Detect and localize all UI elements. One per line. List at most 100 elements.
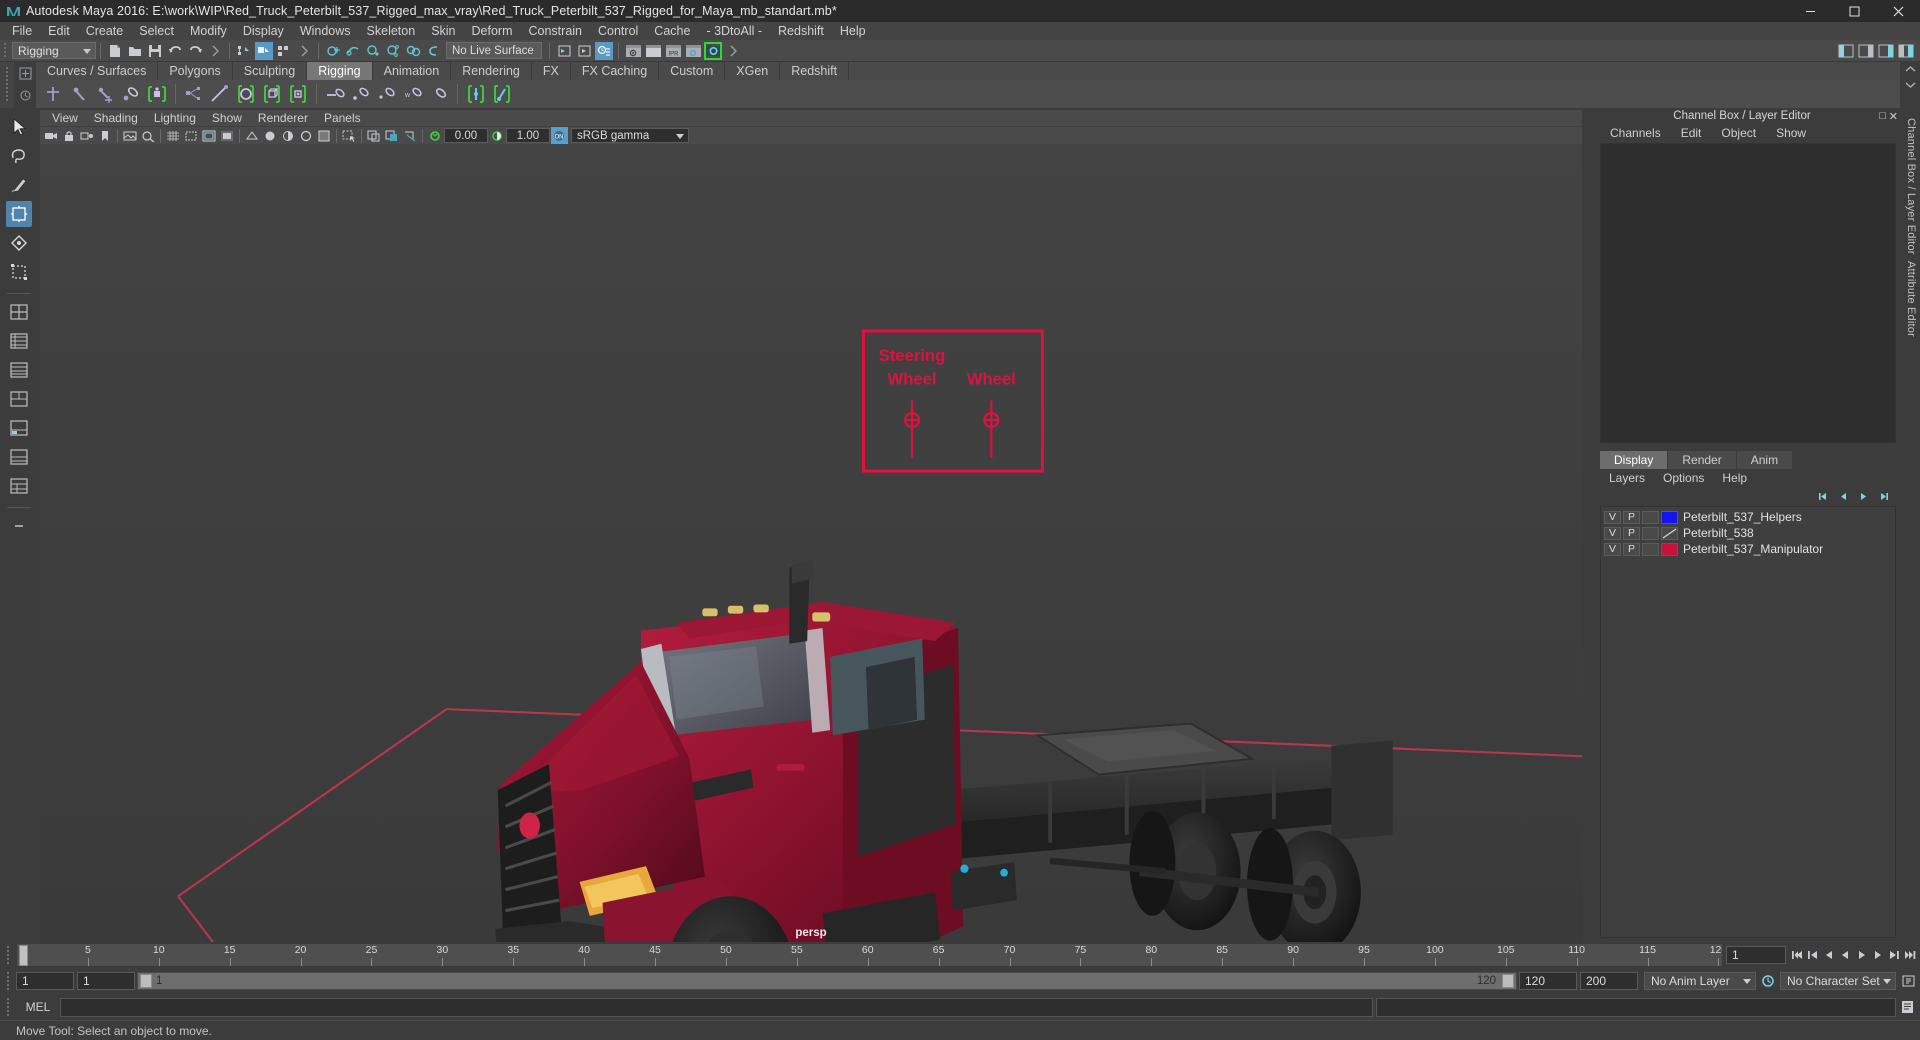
layout-single-pane-icon[interactable] xyxy=(6,299,32,325)
shelf-tab-xgen[interactable]: XGen xyxy=(725,62,781,80)
shelf-tab-rendering[interactable]: Rendering xyxy=(451,62,532,80)
channelbox-menu-object[interactable]: Object xyxy=(1711,126,1766,140)
wireframe-on-shaded-icon[interactable] xyxy=(316,127,333,144)
render-current-frame-icon[interactable] xyxy=(624,42,642,60)
display-layer-list[interactable]: V P Peterbilt_537_Helpers V P Peterbilt_… xyxy=(1600,506,1896,938)
blendshape-deformer-icon[interactable] xyxy=(375,82,399,106)
step-back-key-icon[interactable] xyxy=(1805,946,1821,964)
menu-redshift[interactable]: Redshift xyxy=(770,22,832,40)
select-camera-icon[interactable] xyxy=(43,127,60,144)
bind-skin-icon[interactable] xyxy=(145,82,169,106)
command-line-grip[interactable] xyxy=(0,998,16,1016)
perspective-viewport[interactable]: Steering Wheel Wheel persp xyxy=(40,144,1582,942)
step-back-frame-icon[interactable] xyxy=(1821,946,1837,964)
flat-shade-icon[interactable] xyxy=(298,127,315,144)
layout-four-view-icon[interactable] xyxy=(6,328,32,354)
layer-name[interactable]: Peterbilt_537_Manipulator xyxy=(1683,542,1823,556)
menu-control[interactable]: Control xyxy=(590,22,646,40)
menu-set-selector[interactable]: Rigging xyxy=(12,42,96,59)
shelf-tab-animation[interactable]: Animation xyxy=(372,62,452,80)
create-joint-icon[interactable] xyxy=(41,82,65,106)
channelbox-menu-show[interactable]: Show xyxy=(1766,126,1816,140)
all-lights-icon[interactable] xyxy=(384,127,401,144)
time-slider-grip[interactable] xyxy=(0,946,16,964)
create-ik-handle-icon[interactable] xyxy=(67,82,91,106)
layer-menu-options[interactable]: Options xyxy=(1654,471,1713,485)
play-forwards-icon[interactable] xyxy=(1853,946,1869,964)
exposure-field[interactable]: 0.00 xyxy=(444,128,488,143)
orient-constraint-icon[interactable] xyxy=(234,82,258,106)
menu-cache[interactable]: Cache xyxy=(646,22,698,40)
menu-3dtoall[interactable]: - 3DtoAll - xyxy=(698,22,770,40)
make-live-icon[interactable] xyxy=(424,42,442,60)
sidebar-toolsettings-icon[interactable] xyxy=(1897,42,1915,60)
snap-to-grid-icon[interactable] xyxy=(324,42,342,60)
layout-custom-icon[interactable] xyxy=(6,473,32,499)
default-lighting-icon[interactable] xyxy=(366,127,383,144)
new-scene-icon[interactable] xyxy=(106,42,124,60)
menu-windows[interactable]: Windows xyxy=(292,22,359,40)
render-sequence-icon[interactable] xyxy=(644,42,662,60)
color-management-toggle-icon[interactable]: ON xyxy=(550,127,568,144)
menu-deform[interactable]: Deform xyxy=(464,22,521,40)
parent-constraint-icon[interactable] xyxy=(182,82,206,106)
table-row[interactable]: V P Peterbilt_538 xyxy=(1601,525,1895,541)
viewport-menu-renderer[interactable]: Renderer xyxy=(250,110,316,126)
move-tool-icon[interactable] xyxy=(6,201,32,227)
layer-type-toggle[interactable] xyxy=(1642,526,1659,540)
toolbar-grip[interactable] xyxy=(0,40,10,62)
layout-graph-editor-icon[interactable] xyxy=(6,444,32,470)
time-playhead[interactable] xyxy=(19,945,28,966)
shelf-scroll-down-icon[interactable] xyxy=(1905,77,1916,92)
shelf-options-menu-icon[interactable] xyxy=(16,86,34,104)
sidebar-channelbox-icon[interactable] xyxy=(1877,42,1895,60)
gate-mask-icon[interactable] xyxy=(219,127,236,144)
layer-playback-toggle[interactable]: P xyxy=(1623,542,1640,556)
gamma-field[interactable]: 1.00 xyxy=(506,128,550,143)
panel-close-icon[interactable]: ✕ xyxy=(1889,110,1898,123)
smooth-shade-selected-icon[interactable] xyxy=(280,127,297,144)
layer-name[interactable]: Peterbilt_538 xyxy=(1683,526,1754,540)
viewport-menu-view[interactable]: View xyxy=(44,110,86,126)
snap-to-projected-center-icon[interactable] xyxy=(384,42,402,60)
gamma-reset-icon[interactable] xyxy=(489,127,506,144)
side-tab-channel-box[interactable]: Channel Box / Layer Editor xyxy=(1905,118,1917,255)
shelf-tab-fx-caching[interactable]: FX Caching xyxy=(570,62,660,80)
shelf-tab-fx[interactable]: FX xyxy=(531,62,571,80)
layer-visibility-toggle[interactable]: V xyxy=(1604,510,1621,524)
scale-constraint-icon[interactable] xyxy=(260,82,284,106)
table-row[interactable]: V P Peterbilt_537_Helpers xyxy=(1601,509,1895,525)
go-to-start-icon[interactable] xyxy=(1789,946,1805,964)
range-start-handle[interactable] xyxy=(140,974,152,988)
sidebar-outliner-icon[interactable] xyxy=(1837,42,1855,60)
shelf-tab-redshift[interactable]: Redshift xyxy=(780,62,850,80)
layer-next-icon[interactable] xyxy=(1855,488,1872,504)
resolution-gate-icon[interactable] xyxy=(201,127,218,144)
render-settings-window-icon[interactable] xyxy=(684,42,702,60)
shadows-icon[interactable] xyxy=(402,127,419,144)
lattice-deformer-icon[interactable] xyxy=(323,82,347,106)
side-tab-attribute-editor[interactable]: Attribute Editor xyxy=(1905,261,1917,337)
viewport-menu-panels[interactable]: Panels xyxy=(316,110,369,126)
close-button[interactable] xyxy=(1876,0,1920,22)
viewport-menu-lighting[interactable]: Lighting xyxy=(146,110,204,126)
viewport-menu-shading[interactable]: Shading xyxy=(86,110,146,126)
maximize-button[interactable] xyxy=(1832,0,1876,22)
exposure-reset-icon[interactable] xyxy=(427,127,444,144)
undo-icon[interactable] xyxy=(166,42,184,60)
layer-last-icon[interactable] xyxy=(1875,488,1892,504)
select-by-component-icon[interactable] xyxy=(275,42,293,60)
create-ik-spline-icon[interactable] xyxy=(93,82,117,106)
layer-menu-layers[interactable]: Layers xyxy=(1600,471,1654,485)
color-management-selector[interactable]: sRGB gamma xyxy=(571,128,689,143)
paint-select-tool-icon[interactable] xyxy=(6,172,32,198)
redo-icon[interactable] xyxy=(186,42,204,60)
menu-help[interactable]: Help xyxy=(832,22,874,40)
menu-select[interactable]: Select xyxy=(131,22,182,40)
channel-box-content[interactable] xyxy=(1600,143,1896,443)
live-surface-field[interactable]: No Live Surface xyxy=(446,42,542,59)
layer-color-swatch[interactable] xyxy=(1661,542,1678,556)
range-slider-grip[interactable] xyxy=(0,972,16,990)
shelf-tab-rigging[interactable]: Rigging xyxy=(307,62,373,80)
layout-outliner-persp-icon[interactable] xyxy=(6,357,32,383)
